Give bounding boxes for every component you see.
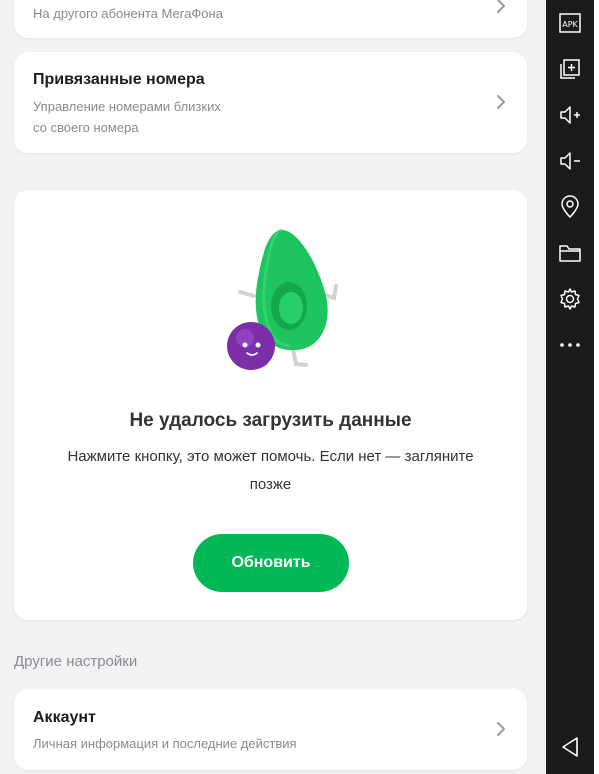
section-title-other-settings: Другие настройки <box>14 653 138 670</box>
account-title: Аккаунт <box>33 709 96 726</box>
location-icon[interactable] <box>558 195 582 219</box>
error-card: Не удалось загрузить данные Нажмите кноп… <box>14 190 527 620</box>
transfer-card-subtitle: На другого абонента МегаФона <box>33 6 223 21</box>
apk-label: APK <box>562 20 578 29</box>
right-edge-strip <box>594 0 599 774</box>
apk-icon[interactable]: APK <box>558 11 582 35</box>
add-window-icon[interactable] <box>558 57 582 81</box>
folder-icon[interactable] <box>558 241 582 265</box>
refresh-button[interactable]: Обновить <box>193 534 349 592</box>
app-main: На другого абонента МегаФона Привязанные… <box>0 0 546 774</box>
error-title: Не удалось загрузить данные <box>129 410 412 431</box>
emulator-sidebar: APK <box>546 0 594 774</box>
transfer-card[interactable]: На другого абонента МегаФона <box>14 0 527 38</box>
linked-numbers-title: Привязанные номера <box>33 71 205 88</box>
settings-icon[interactable] <box>558 287 582 311</box>
linked-numbers-subtitle-line2: со своего номера <box>33 120 139 135</box>
linked-numbers-row[interactable]: Привязанные номера Управление номерами б… <box>14 52 527 153</box>
chevron-right-icon <box>491 92 511 112</box>
volume-up-icon[interactable] <box>558 103 582 127</box>
account-row[interactable]: Аккаунт Личная информация и последние де… <box>14 689 527 770</box>
more-icon[interactable] <box>558 333 582 357</box>
chevron-right-icon <box>491 719 511 739</box>
linked-numbers-subtitle-line1: Управление номерами близких <box>33 99 221 114</box>
error-message: Нажмите кнопку, это может помочь. Если н… <box>67 448 474 493</box>
account-subtitle: Личная информация и последние действия <box>33 736 297 751</box>
chevron-right-icon <box>491 0 511 16</box>
avocado-illustration <box>210 226 340 376</box>
back-icon[interactable] <box>558 735 582 759</box>
volume-down-icon[interactable] <box>558 149 582 173</box>
